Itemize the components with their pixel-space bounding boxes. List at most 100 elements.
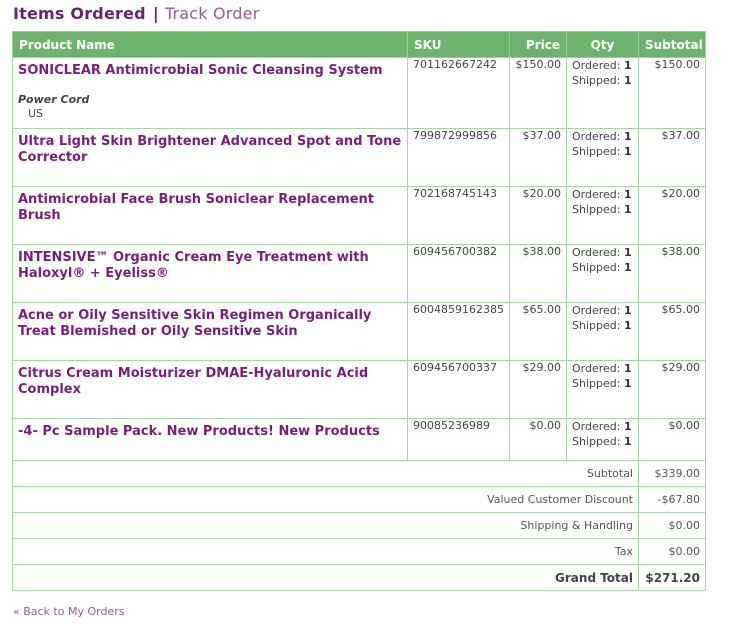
sku-cell: 701162667242 [407,57,510,129]
sku-cell: 6004859162385 [407,302,510,361]
price-cell: $38.00 [509,244,567,303]
product-name-cell: -4- Pc Sample Pack. New Products! New Pr… [12,418,408,461]
qty-cell: Ordered: 1 Shipped: 1 [566,244,639,303]
product-name: Citrus Cream Moisturizer DMAE-Hyaluronic… [18,366,369,397]
shipped-label: Shipped: [572,377,621,390]
subtotal-cell: $150.00 [638,57,706,129]
price-cell: $37.00 [509,128,567,187]
shipped-label: Shipped: [572,74,621,87]
product-name: Antimicrobial Face Brush Soniclear Repla… [18,192,374,223]
items-ordered-table: Product Name SKU Price Qty Subtotal SONI… [12,31,706,591]
grand-total-label: Grand Total [12,564,639,591]
ordered-qty: 1 [623,188,632,201]
qty-cell: Ordered: 1 Shipped: 1 [566,186,639,245]
back-to-my-orders-link[interactable]: « Back to My Orders [13,605,124,618]
sku-cell: 90085236989 [407,418,510,461]
ordered-label: Ordered: [572,362,621,375]
shipped-qty: 1 [623,319,632,332]
subtotal-cell: $65.00 [638,302,706,361]
product-name: SONICLEAR Antimicrobial Sonic Cleansing … [18,63,383,78]
tab-track-order[interactable]: Track Order [165,4,260,23]
subtotal-cell: $37.00 [638,128,706,187]
shipped-label: Shipped: [572,435,621,448]
product-name-cell: Acne or Oily Sensitive Skin Regimen Orga… [12,302,408,361]
table-row: Ultra Light Skin Brightener Advanced Spo… [12,128,706,187]
price-cell: $65.00 [509,302,567,361]
ordered-qty: 1 [623,362,632,375]
shipped-label: Shipped: [572,319,621,332]
ordered-qty: 1 [623,420,632,433]
ordered-label: Ordered: [572,59,621,72]
shipped-qty: 1 [623,377,632,390]
sku-cell: 702168745143 [407,186,510,245]
table-row: INTENSIVE™ Organic Cream Eye Treatment w… [12,244,706,303]
subtotal-cell: $0.00 [638,418,706,461]
ordered-label: Ordered: [572,420,621,433]
shipped-label: Shipped: [572,261,621,274]
product-name-cell: Ultra Light Skin Brightener Advanced Spo… [12,128,408,187]
table-row: Citrus Cream Moisturizer DMAE-Hyaluronic… [12,360,706,419]
totals-row-tax: Tax $0.00 [12,538,706,565]
ordered-qty: 1 [623,304,632,317]
shipped-label: Shipped: [572,203,621,216]
totals-value: $0.00 [638,538,706,565]
column-header-product-name: Product Name [12,31,408,58]
ordered-qty: 1 [623,59,632,72]
table-header-row: Product Name SKU Price Qty Subtotal [12,31,706,58]
product-name-cell: Antimicrobial Face Brush Soniclear Repla… [12,186,408,245]
table-row: Acne or Oily Sensitive Skin Regimen Orga… [12,302,706,361]
table-row: SONICLEAR Antimicrobial Sonic Cleansing … [12,57,706,129]
totals-row-grand-total: Grand Total $271.20 [12,564,706,591]
totals-label: Tax [12,538,639,565]
product-name: Ultra Light Skin Brightener Advanced Spo… [18,134,402,165]
totals-value: $339.00 [638,460,706,487]
totals-row-subtotal: Subtotal $339.00 [12,460,706,487]
column-header-sku: SKU [407,31,510,58]
sku-cell: 799872999856 [407,128,510,187]
price-cell: $20.00 [509,186,567,245]
shipped-label: Shipped: [572,145,621,158]
price-cell: $150.00 [509,57,567,129]
ordered-label: Ordered: [572,246,621,259]
subtotal-cell: $38.00 [638,244,706,303]
sku-cell: 609456700382 [407,244,510,303]
table-row: -4- Pc Sample Pack. New Products! New Pr… [12,418,706,461]
price-cell: $0.00 [509,418,567,461]
product-option-value: US [28,107,44,120]
sku-cell: 609456700337 [407,360,510,419]
qty-cell: Ordered: 1 Shipped: 1 [566,302,639,361]
shipped-qty: 1 [623,435,632,448]
product-name: Acne or Oily Sensitive Skin Regimen Orga… [18,308,372,339]
shipped-qty: 1 [623,261,632,274]
product-name-cell: SONICLEAR Antimicrobial Sonic Cleansing … [12,57,408,129]
qty-cell: Ordered: 1 Shipped: 1 [566,418,639,461]
ordered-label: Ordered: [572,188,621,201]
grand-total-value: $271.20 [638,564,706,591]
subtotal-cell: $29.00 [638,360,706,419]
shipped-qty: 1 [623,203,632,216]
subtotal-cell: $20.00 [638,186,706,245]
product-name: -4- Pc Sample Pack. New Products! New Pr… [18,424,380,439]
totals-label: Shipping & Handling [12,512,639,539]
ordered-qty: 1 [623,130,632,143]
totals-value: -$67.80 [638,486,706,513]
totals-row-discount: Valued Customer Discount -$67.80 [12,486,706,513]
tab-separator: | [152,4,159,23]
tab-items-ordered[interactable]: Items Ordered [13,4,146,23]
totals-label: Subtotal [12,460,639,487]
totals-row-shipping: Shipping & Handling $0.00 [12,512,706,539]
order-tabs: Items Ordered | Track Order [13,4,259,23]
shipped-qty: 1 [623,74,632,87]
price-cell: $29.00 [509,360,567,419]
totals-value: $0.00 [638,512,706,539]
qty-cell: Ordered: 1 Shipped: 1 [566,128,639,187]
ordered-label: Ordered: [572,130,621,143]
qty-cell: Ordered: 1 Shipped: 1 [566,57,639,129]
column-header-price: Price [509,31,567,58]
order-view: Items Ordered | Track Order Product Name S… [0,0,733,633]
totals-label: Valued Customer Discount [12,486,639,513]
column-header-subtotal: Subtotal [638,31,706,58]
product-option-label: Power Cord [18,93,90,106]
ordered-label: Ordered: [572,304,621,317]
product-name: INTENSIVE™ Organic Cream Eye Treatment w… [18,250,369,281]
